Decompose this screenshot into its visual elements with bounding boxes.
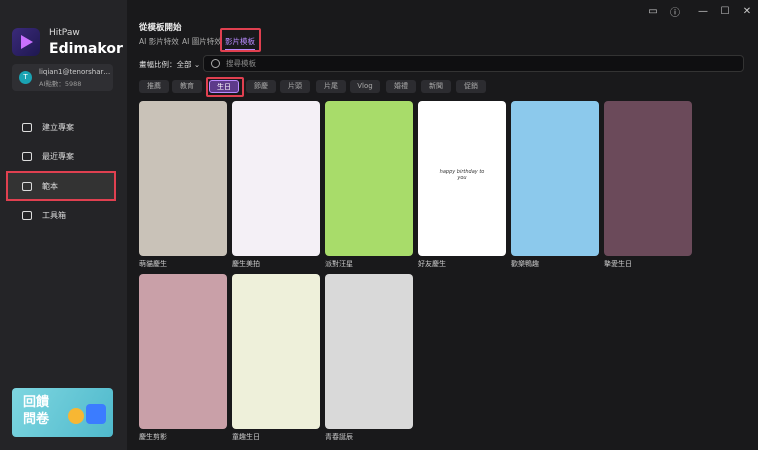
category-chip[interactable]: 新聞 [421, 80, 451, 93]
sidebar-item-label: 工具箱 [42, 210, 66, 220]
product-name: Edimakor [49, 41, 123, 57]
banner-text: 回饋問卷 [23, 395, 50, 427]
template-icon [22, 181, 32, 191]
maximize-icon[interactable]: ☐ [714, 0, 736, 22]
close-icon[interactable]: ✕ [736, 0, 758, 22]
highlight-box [220, 28, 261, 52]
sidebar-item-templates[interactable]: 範本 [6, 171, 116, 201]
category-chip[interactable]: 婚禮 [386, 80, 416, 93]
category-chip[interactable]: Vlog [350, 80, 380, 93]
category-chip[interactable]: 促銷 [456, 80, 486, 93]
template-card[interactable] [325, 101, 413, 256]
template-card[interactable]: happy birthday to you [418, 101, 506, 256]
tab-ai-video-effects[interactable]: AI 影片特效 [139, 36, 179, 47]
category-chip[interactable]: 片頭 [280, 80, 310, 93]
template-label: 青春誕辰 [325, 433, 353, 441]
category-chip[interactable]: 片尾 [316, 80, 346, 93]
brand-name: HitPaw [49, 28, 80, 38]
ratio-label: 畫幅比例：全部 [139, 60, 192, 69]
minimize-icon[interactable]: — [692, 0, 714, 22]
template-label: 摯愛生日 [604, 260, 632, 268]
feedback-survey-banner[interactable]: 回饋問卷 [12, 388, 113, 437]
sidebar-item-label: 範本 [42, 181, 58, 191]
sidebar-item-label: 最近專案 [42, 151, 74, 161]
template-label: 慶生剪影 [139, 433, 167, 441]
template-label: 童趣生日 [232, 433, 260, 441]
template-card[interactable] [139, 274, 227, 429]
avatar: T [19, 71, 32, 84]
plus-square-icon [22, 122, 32, 132]
template-card[interactable] [511, 101, 599, 256]
play-icon [86, 404, 106, 424]
template-label: 歡樂鴨趣 [511, 260, 539, 268]
user-email: liqian1@tenorshare... [39, 68, 111, 76]
category-chip[interactable]: 節慶 [246, 80, 276, 93]
chevron-down-icon: ⌄ [193, 60, 201, 69]
template-card[interactable] [232, 101, 320, 256]
app-logo [12, 28, 40, 56]
category-chip[interactable]: 教育 [172, 80, 202, 93]
sidebar-item-label: 建立專案 [42, 122, 74, 132]
emoji-icon [68, 408, 84, 424]
folder-icon [22, 151, 32, 161]
template-label: 慶生美拍 [232, 260, 260, 268]
card-text: happy birthday to you [439, 169, 485, 181]
template-label: 萌貓慶生 [139, 260, 167, 268]
template-label: 好友慶生 [418, 260, 446, 268]
sidebar: HitPaw Edimakor T liqian1@tenorshare... … [0, 0, 127, 450]
feedback-icon[interactable]: ▭ [642, 0, 664, 22]
template-card[interactable] [232, 274, 320, 429]
sidebar-item-toolbox[interactable]: 工具箱 [8, 201, 118, 229]
template-card[interactable] [604, 101, 692, 256]
help-icon[interactable]: ⓘ [664, 0, 686, 22]
user-account[interactable]: T liqian1@tenorshare... AI點數：5988 [12, 64, 113, 91]
highlight-box [206, 77, 244, 97]
sidebar-item-recent-projects[interactable]: 最近專案 [8, 142, 118, 170]
ai-points: AI點數：5988 [39, 80, 82, 88]
page-title: 從模板開始 [139, 23, 182, 33]
aspect-ratio-dropdown[interactable]: 畫幅比例：全部 ⌄ [139, 59, 200, 70]
template-label: 派對汪星 [325, 260, 353, 268]
search-input[interactable]: 搜尋模板 [203, 55, 744, 72]
template-card[interactable] [139, 101, 227, 256]
tab-ai-image-effects[interactable]: AI 圖片特效 [182, 36, 222, 47]
toolbox-icon [22, 210, 32, 220]
sidebar-item-create-project[interactable]: 建立專案 [8, 113, 118, 141]
category-chip[interactable]: 推薦 [139, 80, 169, 93]
template-card[interactable] [325, 274, 413, 429]
